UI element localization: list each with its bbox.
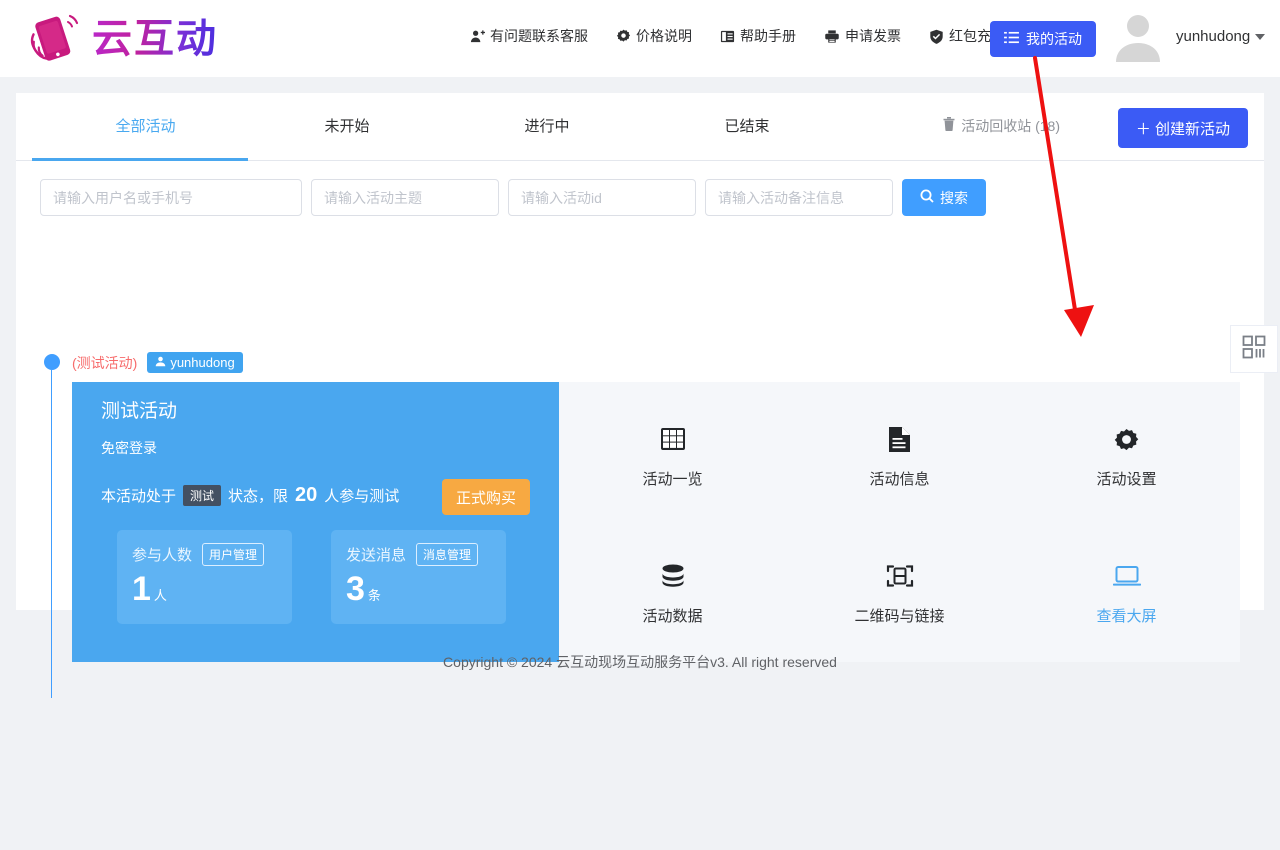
avatar[interactable] (1110, 11, 1166, 67)
stat-label: 发送消息 (346, 547, 407, 564)
search-input-remark[interactable] (705, 179, 893, 216)
owner-name: yunhudong (170, 355, 235, 370)
app-header: 云互动 有问题联系客服 价格说明 帮助手册 申请发票 红包充值 我的活动 yun… (0, 0, 1280, 77)
tab-all-activities[interactable]: 全部活动 (44, 93, 247, 160)
action-label: 活动数据 (642, 608, 703, 625)
recycle-bin-label: 活动回收站 (18) (961, 118, 1060, 134)
user-support-icon (470, 29, 485, 44)
stat-messages: 发送消息 消息管理 3 条 (331, 530, 506, 624)
status-count: 20 (295, 484, 318, 506)
create-activity-button[interactable]: ＋ 创建新活动 (1117, 108, 1248, 148)
main-panel: 全部活动 未开始 进行中 已结束 活动回收站 (18) ＋ 创建新活动 请输入用… (16, 93, 1264, 698)
tab-not-started[interactable]: 未开始 (247, 93, 447, 160)
timeline-connector (51, 370, 52, 698)
footer: Copyright © 2024 云互动现场互动服务平台v3. All righ… (443, 654, 837, 670)
action-label: 二维码与链接 (854, 608, 945, 625)
tab-label: 进行中 (524, 118, 570, 135)
search-input-topic[interactable] (311, 179, 499, 216)
search-icon (920, 189, 934, 206)
tab-label: 未开始 (324, 118, 370, 135)
tab-label: 已结束 (724, 118, 770, 135)
search-input-activity-id[interactable] (508, 179, 696, 216)
logo[interactable]: 云互动 (24, 8, 218, 70)
search-bar: 搜索 (40, 179, 986, 216)
side-widget-qr[interactable] (1230, 325, 1278, 373)
my-activity-button[interactable]: 我的活动 (990, 21, 1096, 57)
action-qrcode-and-link[interactable]: 二维码与链接 (840, 561, 960, 626)
search-button-label: 搜索 (940, 189, 968, 206)
action-activity-settings[interactable]: 活动设置 (1067, 424, 1187, 489)
search-input-username[interactable] (40, 179, 302, 216)
action-label: 活动设置 (1096, 471, 1157, 488)
nav-contact-support[interactable]: 有问题联系客服 (470, 26, 602, 46)
nav-label: 帮助手册 (740, 28, 796, 44)
tab-label: 全部活动 (115, 118, 176, 135)
activity-card: 测试活动 免密登录 本活动处于 测试 状态，限 20 人参与测试 正式购买 参与… (72, 382, 1240, 662)
stat-unit: 人 (153, 588, 167, 603)
status-suffix: 人参与测试 (324, 488, 400, 505)
grid-icon (660, 424, 686, 454)
action-view-bigscreen[interactable]: 查看大屏 (1067, 561, 1187, 626)
recycle-bin-link[interactable]: 活动回收站 (18) (943, 93, 1060, 160)
default-avatar-icon (1110, 11, 1166, 67)
status-chip: 测试 (183, 485, 222, 506)
message-management-button[interactable]: 消息管理 (416, 543, 479, 566)
printer-icon (824, 29, 840, 44)
search-button[interactable]: 搜索 (902, 179, 986, 216)
activity-status-dot (44, 354, 60, 370)
activity-meta: (测试活动) yunhudong (72, 352, 243, 373)
action-label: 活动一览 (642, 471, 703, 488)
qr-panel-icon (1242, 335, 1266, 364)
tab-in-progress[interactable]: 进行中 (447, 93, 647, 160)
stat-value: 1 (132, 570, 151, 608)
stat-participants: 参与人数 用户管理 1 人 (117, 530, 292, 624)
activity-subtitle: 免密登录 (101, 440, 157, 456)
nav-label: 有问题联系客服 (490, 28, 588, 44)
action-activity-overview[interactable]: 活动一览 (613, 424, 733, 489)
gear-price-icon (616, 29, 631, 44)
action-activity-info[interactable]: 活动信息 (840, 424, 960, 489)
activity-title: 测试活动 (101, 401, 178, 422)
user-management-button[interactable]: 用户管理 (202, 543, 265, 566)
activity-test-label: (测试活动) (72, 354, 138, 371)
purchase-button[interactable]: 正式购买 (442, 479, 531, 515)
activity-owner-badge[interactable]: yunhudong (147, 352, 243, 373)
tab-finished[interactable]: 已结束 (647, 93, 847, 160)
action-label: 查看大屏 (1096, 608, 1157, 625)
hand-phone-icon (24, 8, 86, 70)
my-activity-label: 我的活动 (1026, 31, 1082, 47)
nav-label: 申请发票 (845, 28, 901, 44)
activity-actions-grid: 活动一览 活动信息 活动设置 活动数据 二维码与链接 查看大屏 (559, 382, 1240, 662)
document-icon (888, 424, 911, 454)
monitor-icon (1112, 561, 1141, 591)
username-label: yunhudong (1176, 28, 1251, 45)
user-menu[interactable]: yunhudong (1176, 28, 1266, 45)
person-icon (155, 355, 166, 370)
book-icon (720, 29, 735, 44)
stat-label: 参与人数 (132, 547, 193, 564)
shield-check-icon (929, 29, 944, 44)
action-activity-data[interactable]: 活动数据 (613, 561, 733, 626)
nav-request-invoice[interactable]: 申请发票 (810, 26, 915, 46)
qr-scan-icon (886, 561, 914, 591)
stat-unit: 条 (367, 588, 381, 603)
action-label: 活动信息 (869, 471, 930, 488)
nav-price-info[interactable]: 价格说明 (602, 26, 706, 46)
nav-label: 价格说明 (636, 28, 692, 44)
chevron-down-icon (1255, 33, 1266, 40)
list-icon (1004, 31, 1019, 47)
gear-icon (1113, 424, 1140, 454)
header-nav: 有问题联系客服 价格说明 帮助手册 申请发票 红包充值 (470, 26, 1019, 46)
status-prefix: 本活动处于 (101, 488, 177, 505)
activity-status-line: 本活动处于 测试 状态，限 20 人参与测试 (101, 484, 399, 507)
trash-icon (943, 93, 955, 160)
tab-active-underline (32, 158, 248, 161)
status-middle: 状态，限 (228, 488, 289, 505)
stat-value: 3 (346, 570, 365, 608)
nav-help-manual[interactable]: 帮助手册 (706, 26, 810, 46)
logo-text: 云互动 (92, 8, 218, 70)
activity-info-card: 测试活动 免密登录 本活动处于 测试 状态，限 20 人参与测试 正式购买 参与… (72, 382, 559, 662)
database-icon (660, 561, 686, 591)
activity-tabs: 全部活动 未开始 进行中 已结束 活动回收站 (18) ＋ 创建新活动 (16, 93, 1264, 161)
